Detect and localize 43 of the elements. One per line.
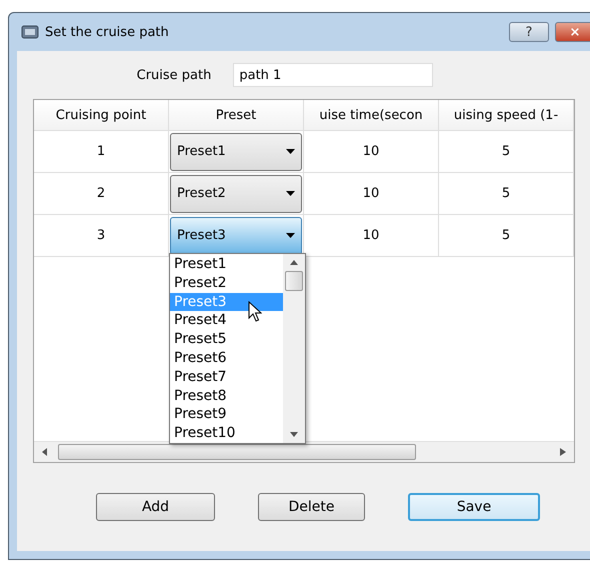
table-cell: 10	[304, 173, 439, 214]
preset-option[interactable]: Preset10	[170, 424, 283, 443]
table-cell: 10	[304, 131, 439, 172]
table-cell: 3	[34, 215, 169, 256]
scroll-left-icon[interactable]	[42, 448, 48, 456]
horizontal-scrollbar[interactable]	[34, 441, 574, 462]
column-header[interactable]: Cruising point	[34, 100, 169, 130]
table-cell: 5	[439, 131, 574, 172]
preset-dropdown[interactable]: Preset2	[170, 174, 302, 212]
caret-icon	[286, 233, 295, 238]
cruise-path-label: Cruise path	[136, 68, 212, 82]
dialog-button[interactable]: Add	[96, 493, 215, 521]
dialog-button[interactable]: Delete	[258, 493, 365, 521]
column-header[interactable]: uise time(secon	[304, 100, 439, 130]
preset-option[interactable]: Preset8	[170, 386, 283, 406]
preset-option[interactable]: Preset7	[170, 368, 283, 387]
preset-option[interactable]: Preset6	[170, 348, 283, 368]
column-header[interactable]: Preset	[169, 100, 304, 130]
caret-icon	[286, 149, 295, 154]
table-cell: 5	[439, 215, 574, 256]
preset-option[interactable]: Preset2	[170, 274, 283, 293]
scrollbar-thumb[interactable]	[285, 271, 303, 291]
scroll-down-icon[interactable]	[290, 432, 298, 437]
table-cell: 5	[439, 173, 574, 214]
help-button[interactable]: ?	[509, 22, 549, 42]
preset-option[interactable]: Preset1	[170, 255, 283, 274]
preset-option[interactable]: Preset5	[170, 330, 283, 349]
preset-option[interactable]: Preset4	[170, 311, 283, 330]
scroll-up-icon[interactable]	[290, 260, 298, 265]
caret-icon	[286, 191, 295, 196]
preset-dropdown[interactable]: Preset3	[170, 216, 302, 254]
table-cell: 1	[34, 131, 169, 172]
preset-dropdown[interactable]: Preset1	[170, 132, 302, 170]
app-icon	[21, 24, 39, 40]
mouse-pointer-icon	[248, 301, 262, 323]
cruise-path-field[interactable]: path 1	[233, 63, 434, 87]
column-header[interactable]: uising speed (1-	[439, 100, 574, 130]
window-title: Set the cruise path	[45, 24, 169, 40]
scroll-right-icon[interactable]	[560, 448, 566, 456]
scrollbar-thumb[interactable]	[58, 444, 416, 460]
dialog-button[interactable]: Save	[408, 493, 540, 521]
preset-option[interactable]: Preset9	[170, 405, 283, 424]
table-cell: 2	[34, 173, 169, 214]
